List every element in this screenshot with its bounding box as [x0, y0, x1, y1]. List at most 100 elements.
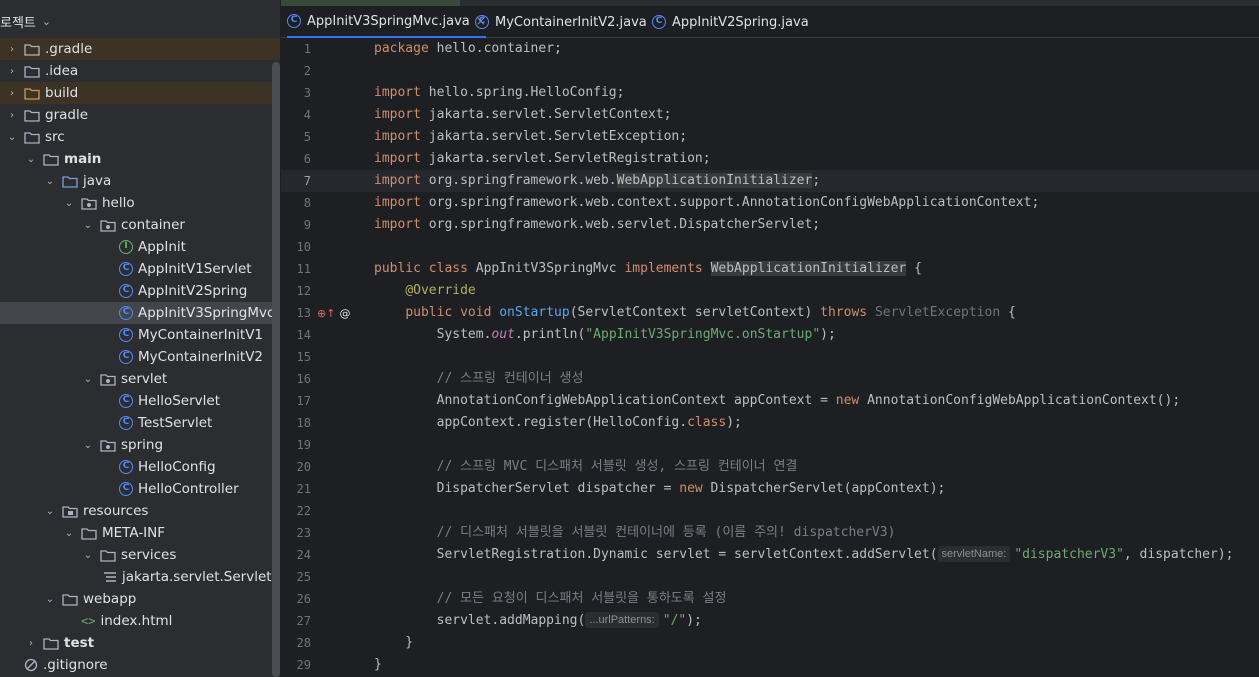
tree-item-hello[interactable]: ⌄ hello [0, 192, 281, 214]
chevron-down-icon[interactable]: ⌄ [82, 220, 94, 231]
tree-item-src[interactable]: ⌄ src [0, 126, 281, 148]
code-editor[interactable]: ⊕↑ @ 1 package hello.container; 2 3 import h… [281, 38, 1259, 677]
chevron-down-icon[interactable]: ⌄ [44, 506, 56, 517]
sidebar-scrollbar[interactable] [272, 62, 280, 677]
chevron-right-icon[interactable]: › [6, 44, 18, 55]
tree-item-jakarta-servlet-servletc[interactable]: ›jakarta.servlet.ServletC [0, 566, 281, 588]
code-line[interactable]: import org.springframework.web.WebApplic… [374, 170, 820, 192]
code-token: org.springframework.web. [428, 173, 617, 188]
code-line[interactable]: } [374, 632, 413, 654]
tree-item-mycontainerinitv1[interactable]: ›CMyContainerInitV1 [0, 324, 281, 346]
tab-appinitv2spring-java[interactable]: C AppInitV2Spring.java [652, 6, 809, 38]
override-up-icon[interactable]: ⊕↑ [317, 307, 335, 320]
chevron-right-icon[interactable]: › [25, 638, 37, 649]
tree-item-servlet[interactable]: ⌄ servlet [0, 368, 281, 390]
tree-item-gradle[interactable]: › .gradle [0, 38, 281, 60]
code-token: jakarta.servlet.ServletRegistration; [428, 151, 711, 166]
tree-item-label: hello [102, 195, 135, 211]
code-line[interactable]: import org.springframework.web.servlet.D… [374, 214, 820, 236]
tree-item-java[interactable]: ⌄ java [0, 170, 281, 192]
tree-item-label: HelloServlet [138, 393, 220, 409]
tab-mycontainerinitv2-java[interactable]: C MyContainerInitV2.java [475, 6, 647, 38]
tree-item-appinit[interactable]: ›IAppInit [0, 236, 281, 258]
code-line[interactable]: // 스프링 MVC 디스패처 서블릿 생성, 스프링 컨테이너 연결 [374, 456, 798, 478]
code-line[interactable]: import jakarta.servlet.ServletException; [374, 126, 687, 148]
chevron-right-icon[interactable]: › [6, 88, 18, 99]
tree-item-services[interactable]: ⌄ services [0, 544, 281, 566]
tab-label: AppInitV3SpringMvc.java [307, 13, 470, 29]
chevron-down-icon[interactable]: ⌄ [82, 440, 94, 451]
code-line[interactable]: // 스프링 컨테이너 생성 [374, 368, 584, 390]
code-token: public void [405, 305, 492, 320]
tree-item-appinitv1servlet[interactable]: ›CAppInitV1Servlet [0, 258, 281, 280]
code-line[interactable]: package hello.container; [374, 38, 562, 60]
tree-item-label: spring [121, 437, 164, 453]
code-line[interactable]: import jakarta.servlet.ServletContext; [374, 104, 671, 126]
project-panel-header[interactable]: 로젝트 ⌄ [0, 10, 51, 32]
code-line[interactable]: ServletRegistration.Dynamic servlet = se… [374, 544, 1233, 566]
package-icon [100, 373, 116, 386]
code-token: package [374, 41, 437, 56]
tree-item-mycontainerinitv2[interactable]: ›CMyContainerInitV2 [0, 346, 281, 368]
tree-item-idea[interactable]: › .idea [0, 60, 281, 82]
code-token: onStartup [499, 305, 570, 320]
code-line[interactable]: servlet.addMapping(...urlPatterns: "/"); [374, 610, 702, 632]
java-class-icon: C [119, 350, 133, 364]
ignore-file-icon [24, 658, 38, 672]
tree-item-index-html[interactable]: ›<>index.html [0, 610, 281, 632]
line-number: 22 [296, 504, 311, 518]
chevron-down-icon[interactable]: ⌄ [82, 550, 94, 561]
tree-item-meta-inf[interactable]: ⌄ META-INF [0, 522, 281, 544]
tree-item-hellocontroller[interactable]: ›CHelloController [0, 478, 281, 500]
chevron-down-icon[interactable]: ⌄ [6, 132, 18, 143]
tree-item-gradle[interactable]: › gradle [0, 104, 281, 126]
java-class-icon: C [119, 460, 133, 474]
tree-item-webapp[interactable]: ⌄ webapp [0, 588, 281, 610]
tree-item-helloconfig[interactable]: ›CHelloConfig [0, 456, 281, 478]
chevron-down-icon[interactable]: ⌄ [82, 374, 94, 385]
code-line[interactable]: // 디스패처 서블릿을 서블릿 컨테이너에 등록 (이름 주의! dispat… [374, 522, 896, 544]
tab-appinitv3springmvc-java[interactable]: C AppInitV3SpringMvc.java × [287, 6, 486, 38]
tree-item-gitignore[interactable]: ›.gitignore [0, 654, 281, 676]
line-number: 5 [303, 130, 311, 144]
tree-item-spring[interactable]: ⌄ spring [0, 434, 281, 456]
tree-item-build[interactable]: › build [0, 82, 281, 104]
code-token: ); [726, 415, 742, 430]
code-line[interactable]: public void onStartup(ServletContext ser… [374, 302, 1016, 324]
code-line[interactable]: System.out.println("AppInitV3SpringMvc.o… [374, 324, 836, 346]
tree-item-container[interactable]: ⌄ container [0, 214, 281, 236]
code-line[interactable]: appContext.register(HelloConfig.class); [374, 412, 742, 434]
code-line[interactable]: @Override [374, 280, 475, 302]
chevron-down-icon[interactable]: ⌄ [63, 198, 75, 209]
tree-item-appinitv2spring[interactable]: ›CAppInitV2Spring [0, 280, 281, 302]
code-token: { [1000, 305, 1016, 320]
code-line[interactable]: import org.springframework.web.context.s… [374, 192, 1039, 214]
code-token: appContext.register(HelloConfig. [374, 415, 688, 430]
chevron-down-icon[interactable]: ⌄ [44, 594, 56, 605]
code-line[interactable]: import jakarta.servlet.ServletRegistrati… [374, 148, 711, 170]
java-class-icon: C [119, 328, 133, 342]
chevron-down-icon[interactable]: ⌄ [63, 528, 75, 539]
java-class-icon: C [652, 15, 666, 29]
code-line[interactable]: // 모든 요청이 디스패처 서블릿을 통하도록 설정 [374, 588, 727, 610]
tree-item-resources[interactable]: ⌄ resources [0, 500, 281, 522]
code-line[interactable]: DispatcherServlet dispatcher = new Dispa… [374, 478, 946, 500]
folder-icon [24, 109, 40, 122]
chevron-down-icon[interactable]: ⌄ [44, 176, 56, 187]
code-line[interactable]: } [374, 654, 382, 676]
tree-item-test[interactable]: › test [0, 632, 281, 654]
tree-item-appinitv3springmvc[interactable]: ›CAppInitV3SpringMvc [0, 302, 281, 324]
code-token: public class [374, 261, 468, 276]
tree-item-main[interactable]: ⌄ main [0, 148, 281, 170]
chevron-right-icon[interactable]: › [6, 66, 18, 77]
tree-item-helloservlet[interactable]: ›CHelloServlet [0, 390, 281, 412]
tree-item-testservlet[interactable]: ›CTestServlet [0, 412, 281, 434]
code-line[interactable]: import hello.spring.HelloConfig; [374, 82, 624, 104]
chevron-down-icon[interactable]: ⌄ [25, 154, 37, 165]
at-sign-icon[interactable]: @ [339, 307, 350, 320]
code-line[interactable]: AnnotationConfigWebApplicationContext ap… [374, 390, 1181, 412]
chevron-right-icon[interactable]: › [6, 110, 18, 121]
code-line[interactable]: public class AppInitV3SpringMvc implemen… [374, 258, 922, 280]
chevron-down-icon[interactable]: ⌄ [42, 15, 51, 28]
